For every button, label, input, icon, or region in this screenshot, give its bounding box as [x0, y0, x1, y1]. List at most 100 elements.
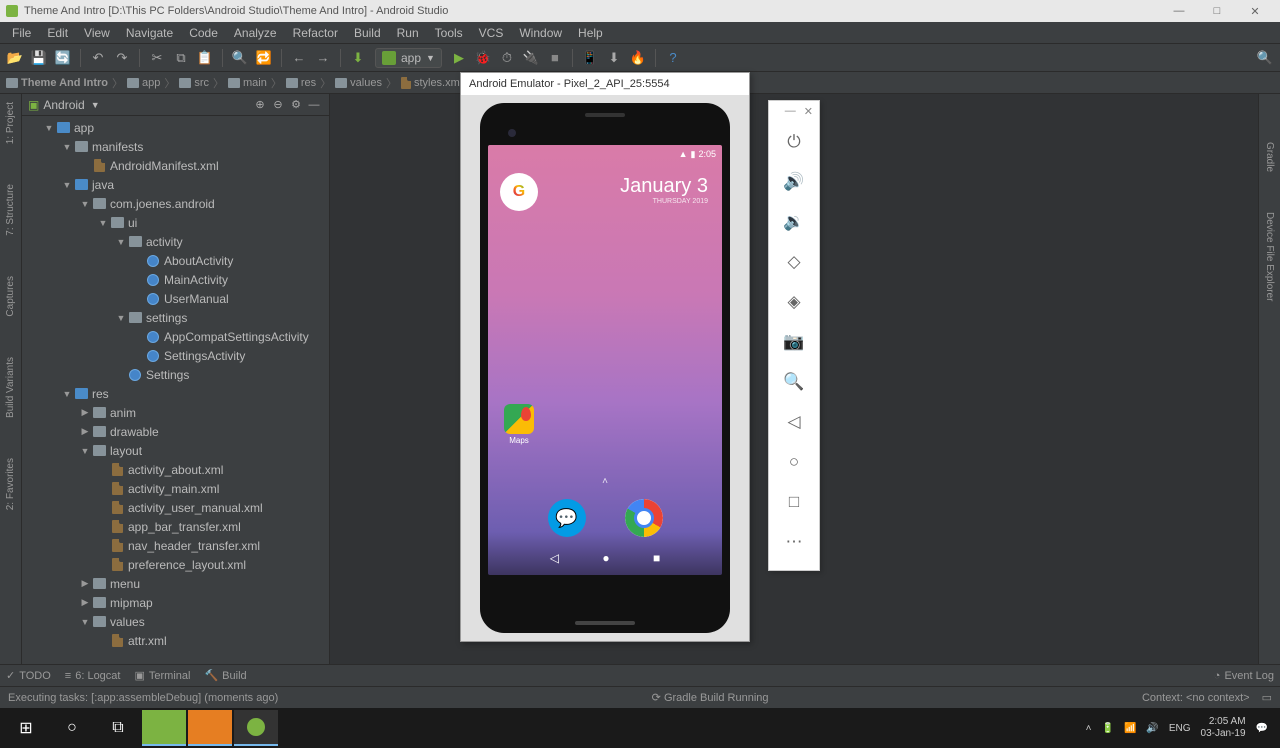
expand-icon[interactable]: ⊖ — [269, 94, 287, 116]
chrome-app-icon[interactable] — [625, 499, 663, 537]
forward-icon[interactable]: → — [312, 47, 334, 69]
bc-root[interactable]: Theme And Intro — [6, 77, 108, 89]
menu-analyze[interactable]: Analyze — [226, 23, 285, 43]
redo-icon[interactable]: ↷ — [111, 47, 133, 69]
menu-edit[interactable]: Edit — [39, 23, 76, 43]
tree-item[interactable]: ▼res — [22, 384, 329, 403]
tab-todo[interactable]: ✓ TODO — [6, 669, 51, 682]
emu-rotate-right-icon[interactable]: ◈ — [769, 282, 819, 322]
nav-home-icon[interactable]: ● — [602, 551, 609, 565]
emu-back-icon[interactable]: ◁ — [769, 402, 819, 442]
menu-tools[interactable]: Tools — [427, 23, 471, 43]
tree-item[interactable]: ▶anim — [22, 403, 329, 422]
view-dropdown-icon[interactable]: ▼ — [91, 100, 100, 110]
tab-logcat[interactable]: ≡ 6: Logcat — [65, 670, 121, 682]
emulator-window[interactable]: Android Emulator - Pixel_2_API_25:5554 ▲… — [460, 72, 750, 642]
nav-recents-icon[interactable]: ■ — [653, 551, 660, 565]
date-widget[interactable]: January 3 THURSDAY 2019 — [620, 175, 708, 205]
emu-minimize-icon[interactable]: — — [785, 105, 796, 118]
messages-app-icon[interactable]: 💬 — [548, 499, 586, 537]
bc-main[interactable]: main — [228, 77, 267, 89]
panel-title[interactable]: Android — [43, 98, 84, 112]
tree-item[interactable]: ▼layout — [22, 441, 329, 460]
status-context[interactable]: Context: <no context> — [1142, 692, 1250, 704]
tray-lang-icon[interactable]: ENG — [1169, 723, 1191, 734]
hide-icon[interactable]: — — [305, 94, 323, 116]
run-config-selector[interactable]: app ▼ — [375, 48, 442, 68]
tree-item[interactable]: AndroidManifest.xml — [22, 156, 329, 175]
tree-item[interactable]: Settings — [22, 365, 329, 384]
tab-project[interactable]: 1: Project — [5, 102, 16, 144]
tree-item[interactable]: AboutActivity — [22, 251, 329, 270]
emu-screenshot-icon[interactable]: 📷 — [769, 322, 819, 362]
taskview-icon[interactable]: ⧉ — [96, 710, 140, 746]
tab-gradle[interactable]: Gradle — [1264, 142, 1275, 172]
nav-back-icon[interactable]: ◁ — [550, 551, 559, 565]
tab-structure[interactable]: 7: Structure — [5, 184, 16, 236]
status-memory-icon[interactable]: ▭ — [1262, 691, 1272, 704]
emu-volume-down-icon[interactable]: 🔉 — [769, 202, 819, 242]
emu-close-icon[interactable]: ✕ — [804, 105, 813, 118]
tree-item[interactable]: ▼settings — [22, 308, 329, 327]
tree-item[interactable]: ▼manifests — [22, 137, 329, 156]
tab-build-variants[interactable]: Build Variants — [5, 357, 16, 418]
emu-overview-icon[interactable]: □ — [769, 482, 819, 522]
menu-navigate[interactable]: Navigate — [118, 23, 181, 43]
tree-item[interactable]: preference_layout.xml — [22, 555, 329, 574]
back-icon[interactable]: ← — [288, 47, 310, 69]
avd-icon[interactable]: 📱 — [579, 47, 601, 69]
emu-rotate-left-icon[interactable]: ◇ — [769, 242, 819, 282]
bc-app[interactable]: app — [127, 77, 160, 89]
emu-power-icon[interactable]: ⏻ — [769, 122, 819, 162]
stop-icon[interactable]: ■ — [544, 47, 566, 69]
menu-run[interactable]: Run — [389, 23, 427, 43]
replace-icon[interactable]: 🔁 — [253, 47, 275, 69]
tree-item[interactable]: MainActivity — [22, 270, 329, 289]
find-icon[interactable]: 🔍 — [229, 47, 251, 69]
run-icon[interactable]: ▶ — [448, 47, 470, 69]
android-statusbar[interactable]: ▲ ▮ 2:05 — [488, 145, 722, 163]
tree-item[interactable]: AppCompatSettingsActivity — [22, 327, 329, 346]
taskbar-app-1[interactable] — [142, 710, 186, 746]
cut-icon[interactable]: ✂ — [146, 47, 168, 69]
cortana-icon[interactable]: ○ — [50, 710, 94, 746]
tree-item[interactable]: ▼com.joenes.android — [22, 194, 329, 213]
tab-captures[interactable]: Captures — [5, 276, 16, 317]
menu-build[interactable]: Build — [346, 23, 389, 43]
help-icon[interactable]: ? — [662, 47, 684, 69]
search-everywhere-icon[interactable]: 🔍 — [1254, 47, 1276, 69]
menu-view[interactable]: View — [76, 23, 118, 43]
tree-item[interactable]: ▼app — [22, 118, 329, 137]
settings-gear-icon[interactable]: ⚙ — [287, 94, 305, 116]
attach-icon[interactable]: 🔌 — [520, 47, 542, 69]
tree-item[interactable]: ▶mipmap — [22, 593, 329, 612]
firebase-icon[interactable]: 🔥 — [627, 47, 649, 69]
build-icon[interactable]: ⬇ — [347, 47, 369, 69]
tree-item[interactable]: SettingsActivity — [22, 346, 329, 365]
tab-terminal[interactable]: ▣ Terminal — [134, 669, 190, 682]
maps-app-icon[interactable]: Maps — [504, 404, 534, 445]
emu-home-icon[interactable]: ○ — [769, 442, 819, 482]
menu-help[interactable]: Help — [570, 23, 611, 43]
tree-item[interactable]: ▼ui — [22, 213, 329, 232]
menu-code[interactable]: Code — [181, 23, 226, 43]
tree-item[interactable]: activity_main.xml — [22, 479, 329, 498]
menu-window[interactable]: Window — [511, 23, 570, 43]
undo-icon[interactable]: ↶ — [87, 47, 109, 69]
sync-icon[interactable]: 🔄 — [52, 47, 74, 69]
tree-item[interactable]: ▼java — [22, 175, 329, 194]
tray-chevron-icon[interactable]: ˄ — [1086, 723, 1092, 734]
tab-build[interactable]: 🔨 Build — [204, 669, 246, 682]
tab-favorites[interactable]: 2: Favorites — [5, 458, 16, 510]
tree-item[interactable]: activity_user_manual.xml — [22, 498, 329, 517]
debug-icon[interactable]: 🐞 — [472, 47, 494, 69]
google-search-widget[interactable]: G — [500, 173, 538, 211]
tree-item[interactable]: ▼values — [22, 612, 329, 631]
paste-icon[interactable]: 📋 — [194, 47, 216, 69]
event-log[interactable]: ◔ Event Log — [1214, 670, 1274, 682]
close-button[interactable]: ✕ — [1236, 0, 1274, 22]
maximize-button[interactable]: □ — [1198, 0, 1236, 22]
menu-file[interactable]: File — [4, 23, 39, 43]
tab-device-explorer[interactable]: Device File Explorer — [1264, 212, 1275, 301]
copy-icon[interactable]: ⧉ — [170, 47, 192, 69]
